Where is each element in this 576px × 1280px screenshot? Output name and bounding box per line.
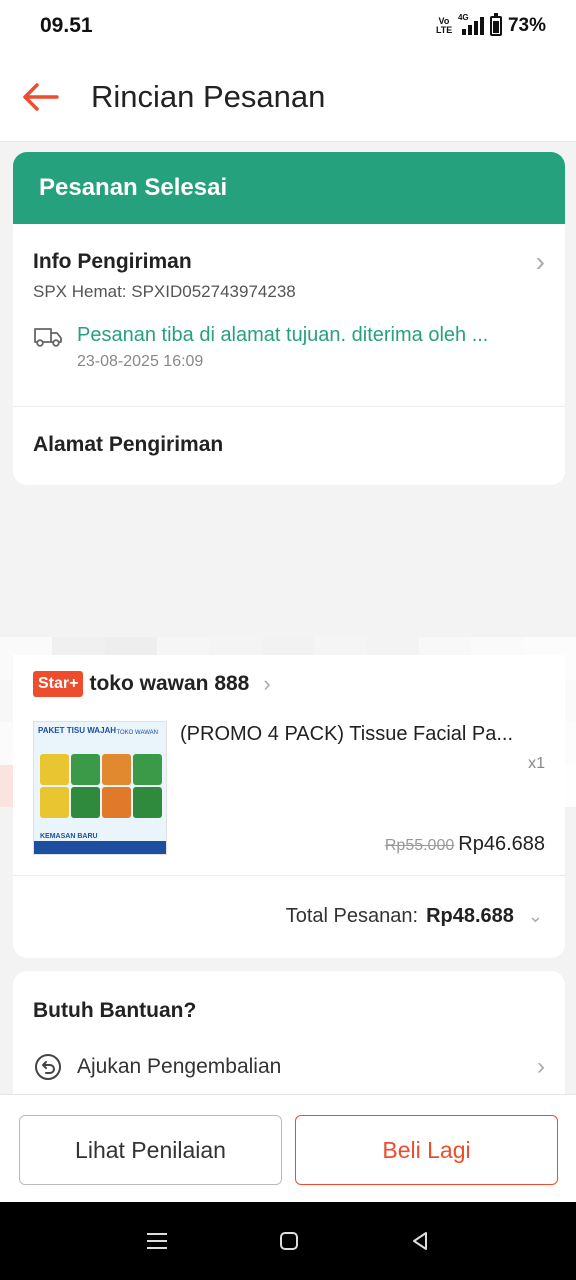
shipping-address-section: Alamat Pengiriman xyxy=(13,407,565,485)
order-status-banner: Pesanan Selesai xyxy=(13,152,565,224)
total-label: Total Pesanan: xyxy=(285,905,419,927)
battery-percent: 73% xyxy=(507,15,546,36)
shop-name: toko wawan 888 xyxy=(89,672,250,695)
buy-again-button[interactable]: Beli Lagi xyxy=(295,1115,558,1185)
chevron-right-icon: › xyxy=(537,1053,545,1080)
product-name: (PROMO 4 PACK) Tissue Facial Pa... xyxy=(180,723,514,745)
help-title: Butuh Bantuan? xyxy=(33,999,197,1022)
original-price: Rp55.000 xyxy=(384,837,455,854)
shipping-address-title: Alamat Pengiriman xyxy=(33,433,224,456)
signal-icon: 4G xyxy=(458,13,484,35)
chevron-right-icon: › xyxy=(535,246,545,277)
order-total-row[interactable]: Total Pesanan: Rp48.688 ⌄ xyxy=(13,875,565,957)
battery-icon xyxy=(489,13,502,36)
star-plus-badge: Star+ xyxy=(33,671,84,697)
return-icon xyxy=(35,1054,61,1080)
app-bar: Rincian Pesanan xyxy=(0,52,576,142)
product-item[interactable]: PAKET TISU WAJAH TOKO WAWAN KEMASAN BARU… xyxy=(33,721,545,861)
status-time: 09.51 xyxy=(40,14,93,37)
courier-tracking-number: SPX Hemat: SPXID052743974238 xyxy=(33,282,296,301)
tracking-status: Pesanan tiba di alamat tujuan. diterima … xyxy=(33,324,545,371)
system-nav-bar xyxy=(0,1202,576,1280)
order-card: Pesanan Selesai Info Pengiriman SPX Hema… xyxy=(13,152,565,485)
discounted-price: Rp46.688 xyxy=(458,833,545,855)
status-indicators: Vo LTE 4G 73% xyxy=(435,13,546,37)
status-bar: 09.51 Vo LTE 4G 73% xyxy=(0,0,576,52)
tracking-date: 23-08-2025 16:09 xyxy=(77,353,204,370)
volte-icon: Vo LTE xyxy=(435,16,453,35)
chevron-down-icon: ⌄ xyxy=(527,906,543,926)
help-card: Butuh Bantuan? Ajukan Pengembalian › xyxy=(13,971,565,1111)
shop-header[interactable]: Star+ toko wawan 888 › xyxy=(33,671,271,697)
chevron-right-icon: › xyxy=(263,671,271,696)
view-review-button[interactable]: Lihat Penilaian xyxy=(19,1115,282,1185)
order-detail-content: Pesanan Selesai Info Pengiriman SPX Hema… xyxy=(0,152,576,1111)
product-thumbnail: PAKET TISU WAJAH TOKO WAWAN KEMASAN BARU xyxy=(33,721,167,855)
total-value: Rp48.688 xyxy=(426,905,514,927)
product-price: Rp55.000 Rp46.688 xyxy=(385,833,545,856)
home-icon[interactable] xyxy=(278,1230,300,1252)
menu-icon[interactable] xyxy=(145,1231,169,1251)
shipping-info-title: Info Pengiriman xyxy=(33,250,192,273)
bottom-action-bar: Lihat Penilaian Beli Lagi xyxy=(0,1094,576,1202)
product-card: Star+ toko wawan 888 › PAKET TISU WAJAH … xyxy=(13,655,565,958)
request-return-item[interactable]: Ajukan Pengembalian › xyxy=(33,1049,545,1085)
back-button[interactable] xyxy=(0,52,80,142)
shipping-info-section[interactable]: Info Pengiriman SPX Hemat: SPXID05274397… xyxy=(13,224,565,407)
page-title: Rincian Pesanan xyxy=(91,78,326,114)
truck-icon xyxy=(34,328,62,347)
request-return-label: Ajukan Pengembalian xyxy=(77,1055,282,1078)
arrow-left-icon xyxy=(23,82,59,111)
tracking-status-text: Pesanan tiba di alamat tujuan. diterima … xyxy=(77,324,489,346)
back-nav-icon[interactable] xyxy=(409,1230,431,1252)
product-quantity: x1 xyxy=(528,755,545,772)
